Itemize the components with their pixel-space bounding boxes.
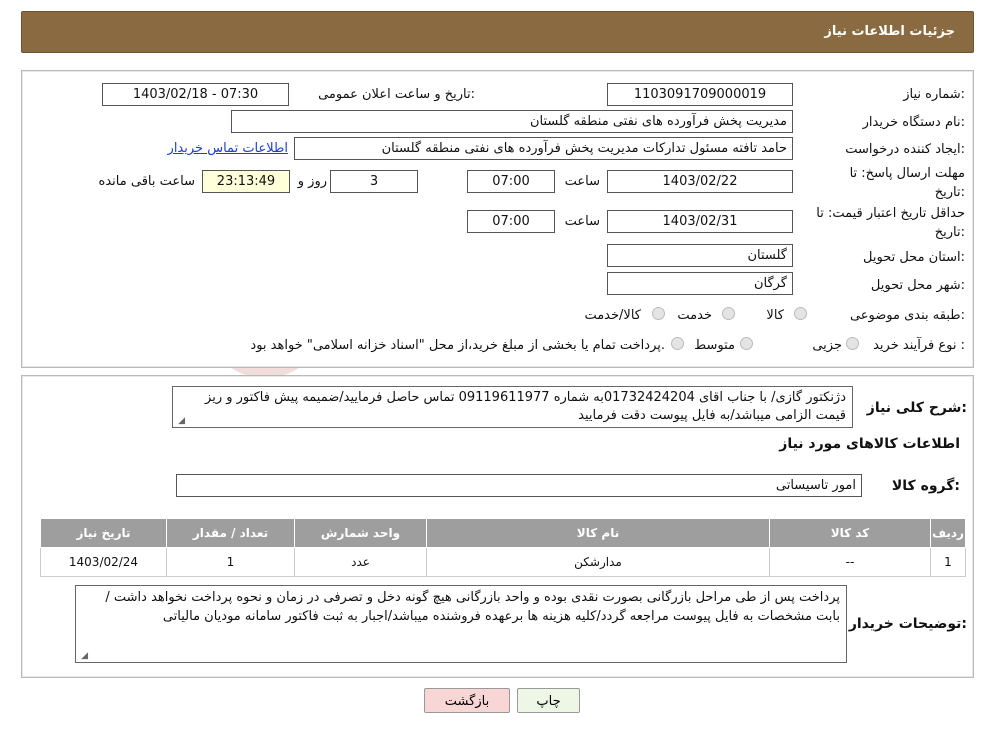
validity-label-line2: تاریخ: <box>934 225 965 240</box>
province-label: استان محل تحویل: <box>863 250 965 265</box>
deadline-time-field: 07:00 <box>467 170 555 193</box>
buyer-notes-textarea: پرداخت پس از طی مراحل بازرگانی بصورت نقد… <box>75 585 847 663</box>
province-field: گلستان <box>607 244 793 267</box>
back-button[interactable]: بازگشت <box>424 688 510 713</box>
buyer-contact-link[interactable]: اطلاعات تماس خریدار <box>168 141 288 156</box>
category-radio-goods[interactable] <box>794 307 807 320</box>
process-note: پرداخت تمام یا بخشی از مبلغ خرید،از محل … <box>250 338 665 353</box>
goods-table: ردیف کد کالا نام کالا واحد شمارش تعداد /… <box>40 518 966 577</box>
buyer-org-field: مدیریت پخش فرآورده های نفتی منطقه گلستان <box>231 110 793 133</box>
process-radio-treasury[interactable] <box>671 337 684 350</box>
resize-handle-icon[interactable]: ◢ <box>78 651 88 661</box>
need-number-field: 1103091709000019 <box>607 83 793 106</box>
days-remaining-field: 3 <box>330 170 418 193</box>
process-radio-medium[interactable] <box>740 337 753 350</box>
cell-unit: عدد <box>294 547 427 577</box>
category-option-goods: کالا <box>766 308 784 323</box>
validity-time-label: ساعت <box>564 214 600 229</box>
category-radio-goods-service[interactable] <box>652 307 665 320</box>
category-option-goods-service: کالا/خدمت <box>584 308 641 323</box>
cell-need-date: 1403/02/24 <box>40 547 167 577</box>
col-need-date: تاریخ نیاز <box>40 518 167 548</box>
goods-group-field: امور تاسیساتی <box>176 474 862 497</box>
table-row: 1 -- مدارشکن عدد 1 1403/02/24 <box>40 547 966 577</box>
buyer-notes-label: توضیحات خریدار: <box>848 616 967 632</box>
creator-label: ایجاد کننده درخواست: <box>845 142 965 157</box>
buyer-org-label: نام دستگاه خریدار: <box>862 115 965 130</box>
days-label: روز و <box>297 174 327 189</box>
process-option-medium: متوسط <box>694 338 735 353</box>
deadline-label-line2: تاریخ: <box>934 185 965 200</box>
resize-handle-icon[interactable]: ◢ <box>175 416 185 426</box>
announce-label: تاریخ و ساعت اعلان عمومی: <box>318 87 475 102</box>
announce-field: 1403/02/18 - 07:30 <box>102 83 289 106</box>
col-name: نام کالا <box>426 518 770 548</box>
process-radio-minor[interactable] <box>846 337 859 350</box>
buyer-notes-text: پرداخت پس از طی مراحل بازرگانی بصورت نقد… <box>105 590 840 624</box>
page-header: جزئیات اطلاعات نیاز <box>21 11 974 53</box>
validity-date-field: 1403/02/31 <box>607 210 793 233</box>
cell-quantity: 1 <box>166 547 295 577</box>
description-label: شرح کلی نیاز: <box>866 400 967 416</box>
city-label: شهر محل تحویل: <box>870 278 965 293</box>
city-field: گرگان <box>607 272 793 295</box>
goods-group-label: گروه کالا: <box>891 478 960 494</box>
col-quantity: تعداد / مقدار <box>166 518 295 548</box>
col-unit: واحد شمارش <box>294 518 427 548</box>
process-option-minor: جزیی <box>812 338 842 353</box>
goods-table-wrap: ردیف کد کالا نام کالا واحد شمارش تعداد /… <box>40 518 966 577</box>
page-title: جزئیات اطلاعات نیاز <box>824 24 955 39</box>
col-row: ردیف <box>930 518 966 548</box>
goods-section-title: اطلاعات کالاهای مورد نیاز <box>779 436 960 452</box>
description-textarea: دژنکتور گازی/ با جناب اقای 01732424204به… <box>172 386 853 428</box>
process-label: نوع فرآیند خرید : <box>873 338 965 353</box>
cell-name: مدارشکن <box>426 547 770 577</box>
print-button[interactable]: چاپ <box>517 688 580 713</box>
remaining-time-field: 23:13:49 <box>202 170 290 193</box>
cell-code: -- <box>769 547 931 577</box>
deadline-date-field: 1403/02/22 <box>607 170 793 193</box>
cell-row: 1 <box>930 547 966 577</box>
category-label: طبقه بندی موضوعی: <box>849 308 965 323</box>
remaining-label: ساعت باقی مانده <box>98 174 195 189</box>
category-option-service: خدمت <box>677 308 712 323</box>
category-radio-service[interactable] <box>722 307 735 320</box>
deadline-time-label: ساعت <box>564 174 600 189</box>
deadline-label-line1: مهلت ارسال پاسخ: تا <box>849 166 965 181</box>
validity-time-field: 07:00 <box>467 210 555 233</box>
goods-table-header: ردیف کد کالا نام کالا واحد شمارش تعداد /… <box>40 518 966 548</box>
description-text: دژنکتور گازی/ با جناب اقای 01732424204به… <box>205 390 846 423</box>
validity-label-line1: حداقل تاریخ اعتبار قیمت: تا <box>816 206 965 221</box>
need-number-label: شماره نیاز: <box>903 87 965 102</box>
col-code: کد کالا <box>769 518 931 548</box>
creator-field: حامد تافته مسئول تدارکات مدیریت پخش فرآو… <box>294 137 793 160</box>
